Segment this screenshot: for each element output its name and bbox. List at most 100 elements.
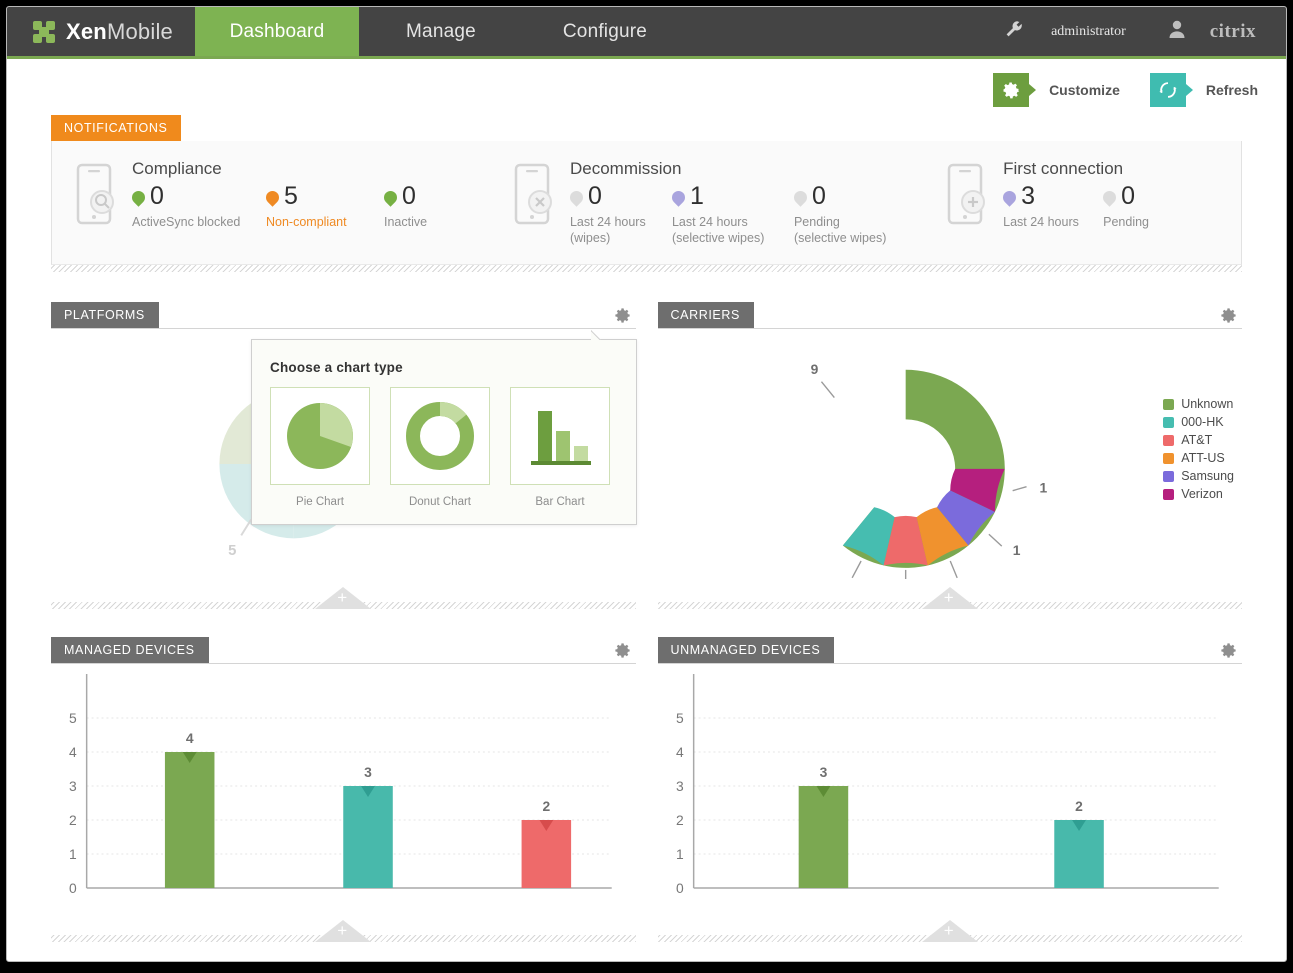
person-icon[interactable] [1152, 19, 1202, 44]
pin-icon [1100, 188, 1119, 207]
device-add-icon [945, 157, 1003, 246]
platforms-header: PLATFORMS [51, 302, 636, 330]
stat-label: Last 24 hours [1003, 215, 1079, 229]
y-tick-1: 1 [69, 846, 77, 862]
legend-label: AT&T [1181, 433, 1213, 448]
stat-selective-wipes-last-24h[interactable]: 1 Last 24 hours (selective wipes) [669, 182, 772, 246]
stat-pending-selective-wipes[interactable]: 0 Pending (selective wipes) [791, 184, 890, 246]
customize-button[interactable]: Customize [993, 73, 1120, 107]
legend-swatch [1163, 416, 1175, 428]
stat-label: Inactive [384, 215, 428, 229]
chart-type-option-bar[interactable]: Bar Chart [510, 387, 610, 508]
bar-ios[interactable] [798, 786, 848, 889]
nav-right-group: administrator citrix [985, 7, 1286, 56]
platforms-expand-button[interactable] [315, 587, 372, 610]
y-tick-0: 0 [676, 880, 684, 894]
legend-item-verizon[interactable]: Verizon [1163, 487, 1234, 501]
legend-item-att[interactable]: AT&T [1163, 433, 1234, 447]
unmanaged-devices-expander: + [657, 916, 1242, 943]
managed-devices-title: MANAGED DEVICES [51, 637, 209, 664]
carriers-expand-button[interactable] [921, 587, 978, 610]
bar-value-ios: 3 [819, 764, 827, 780]
legend-label: Samsung [1181, 469, 1234, 484]
device-search-icon [74, 157, 132, 246]
stat-wipes-last-24h[interactable]: 0 Last 24 hours (wipes) [567, 184, 650, 246]
chart-type-option-bar-label: Bar Chart [535, 496, 585, 509]
current-user[interactable]: administrator [1043, 24, 1152, 40]
bar-value-windows-phone: 2 [542, 798, 550, 814]
legend-label: ATT-US [1181, 451, 1225, 466]
tab-configure-label: Configure [562, 20, 648, 42]
y-tick-4: 4 [69, 744, 77, 760]
wrench-icon[interactable] [985, 19, 1043, 44]
tab-manage[interactable]: Manage [359, 7, 523, 56]
stat-value: 1 [689, 182, 704, 210]
platforms-expander: + [51, 583, 636, 610]
legend-swatch [1163, 488, 1175, 500]
managed-devices-expand-button[interactable] [315, 920, 372, 943]
stat-first-connection-last-24h[interactable]: 3 Last 24 hours [1000, 182, 1081, 231]
legend-swatch [1163, 452, 1175, 464]
stat-value: 0 [1121, 182, 1136, 210]
stat-label: Non-compliant [266, 215, 347, 229]
gear-icon[interactable] [613, 641, 632, 660]
carriers-donut-chart[interactable]: 9 1 1 1 1 1 [658, 329, 1243, 607]
legend-swatch [1163, 398, 1175, 410]
y-tick-3: 3 [69, 778, 77, 794]
chart-type-option-donut[interactable]: Donut Chart [390, 387, 490, 508]
unmanaged-devices-body: 0 1 2 3 4 5 3 iOS 2 Android [658, 664, 1243, 912]
bar-ios[interactable] [164, 752, 215, 889]
legend-item-000-hk[interactable]: 000-HK [1163, 415, 1234, 429]
bar-android[interactable] [343, 786, 393, 889]
refresh-label: Refresh [1205, 82, 1258, 98]
refresh-button[interactable]: Refresh [1149, 73, 1258, 107]
notifications-widget: NOTIFICATIONS Compliance 0 ActiveSync bl… [7, 115, 1286, 273]
platforms-title: PLATFORMS [51, 302, 159, 329]
y-tick-1: 1 [676, 846, 684, 862]
managed-devices-widget: MANAGED DEVICES 0 1 2 3 4 5 4 3 2 + [51, 637, 636, 943]
pin-icon [669, 188, 688, 207]
stat-inactive[interactable]: 0 Inactive [381, 184, 428, 231]
widget-row-1: PLATFORMS 5 Choose a chart type Pie Char… [7, 302, 1286, 610]
section-divider [51, 265, 1242, 273]
y-tick-4: 4 [676, 744, 684, 760]
tab-manage-label: Manage [406, 20, 476, 42]
stat-value: 3 [1021, 182, 1036, 210]
stat-non-compliant[interactable]: 5 Non-compliant [263, 184, 362, 231]
stat-first-connection-pending[interactable]: 0 Pending [1100, 182, 1149, 231]
managed-devices-bar-chart[interactable]: 0 1 2 3 4 5 4 iOS 3 Android [51, 664, 636, 912]
chart-type-option-pie[interactable]: Pie Chart [270, 387, 370, 508]
pin-icon [1000, 188, 1019, 207]
refresh-icon [1149, 73, 1193, 107]
unmanaged-devices-expand-button[interactable] [921, 920, 978, 943]
brand-logo: Xen Mobile [7, 7, 195, 56]
carriers-title: CARRIERS [657, 302, 754, 329]
bar-value-ios: 4 [186, 730, 194, 746]
gear-icon[interactable] [1219, 641, 1238, 660]
stat-activesync-blocked[interactable]: 0 ActiveSync blocked [129, 184, 244, 231]
platforms-widget: PLATFORMS 5 Choose a chart type Pie Char… [51, 302, 637, 610]
platforms-pie-label: 5 [228, 543, 236, 559]
stat-label: Pending [1103, 215, 1149, 229]
pin-icon [791, 188, 810, 207]
y-tick-2: 2 [69, 812, 77, 828]
stat-label: Last 24 hours (selective wipes) [671, 215, 765, 245]
gear-icon[interactable] [1219, 306, 1238, 325]
pin-icon [263, 188, 282, 207]
legend-item-samsung[interactable]: Samsung [1163, 469, 1234, 483]
legend-item-unknown[interactable]: Unknown [1163, 397, 1234, 411]
y-tick-2: 2 [676, 812, 684, 828]
managed-devices-header: MANAGED DEVICES [51, 637, 636, 665]
xenmobile-logo-icon [33, 20, 55, 43]
gear-icon[interactable] [613, 306, 632, 325]
stat-label: ActiveSync blocked [132, 215, 241, 229]
legend-label: Unknown [1181, 397, 1234, 412]
carriers-body: 9 1 1 1 1 1 [658, 329, 1243, 607]
tab-dashboard[interactable]: Dashboard [194, 7, 359, 56]
legend-item-att-us[interactable]: ATT-US [1163, 451, 1234, 465]
nav-tabs: Dashboard Manage Configure [194, 7, 687, 56]
donut-chart-icon [390, 387, 490, 486]
bar-value-android: 2 [1075, 798, 1083, 814]
unmanaged-devices-bar-chart[interactable]: 0 1 2 3 4 5 3 iOS 2 Android [658, 664, 1243, 912]
tab-configure[interactable]: Configure [523, 7, 687, 56]
